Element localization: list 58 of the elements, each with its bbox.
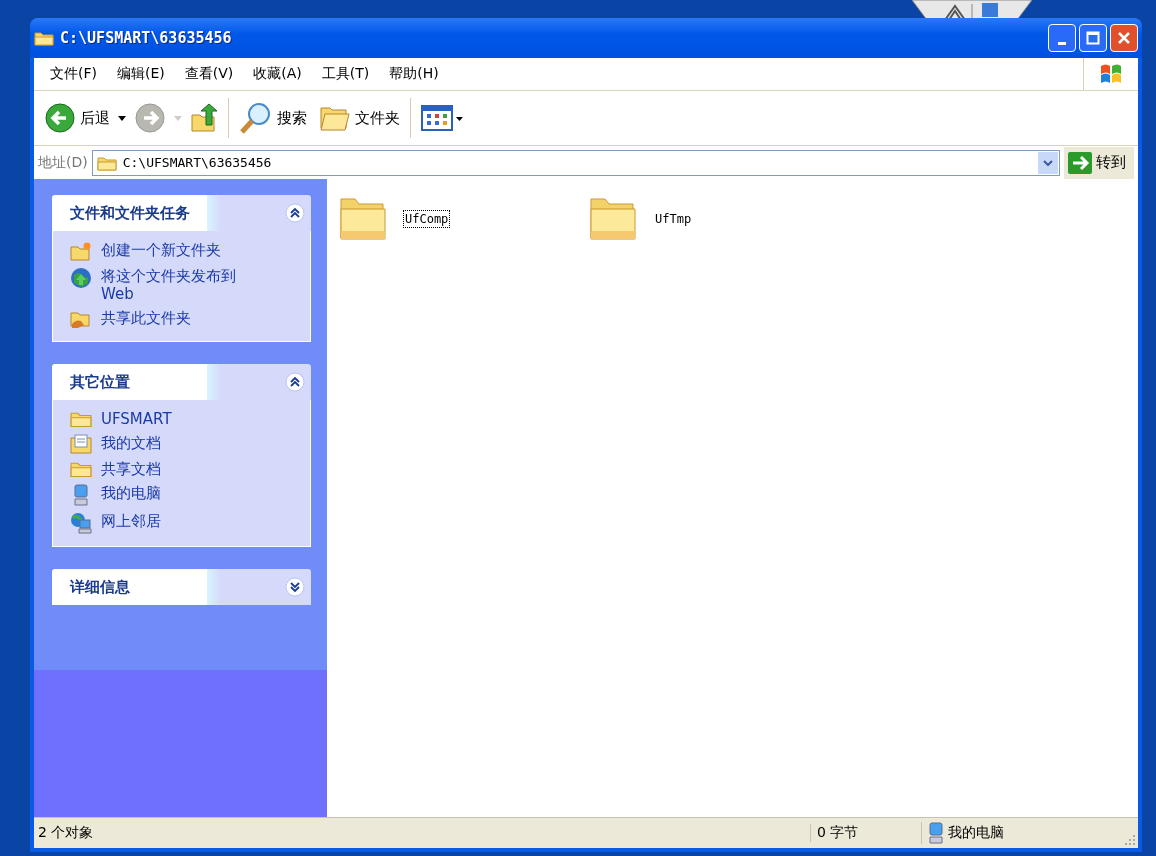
flag-logo	[1098, 62, 1124, 86]
go-button[interactable]: 转到	[1064, 146, 1134, 179]
task-link[interactable]: 我的电脑	[101, 484, 261, 502]
menu-item[interactable]: 编辑(E)	[107, 65, 175, 83]
globe-icon	[70, 267, 92, 289]
menu-item[interactable]: 收藏(A)	[243, 65, 312, 83]
dropdown-arrow-icon[interactable]	[118, 115, 126, 121]
close-button[interactable]	[1110, 24, 1138, 52]
dropdown-button[interactable]	[1038, 151, 1058, 174]
task-link[interactable]: 共享文档	[101, 460, 261, 478]
views-icon	[421, 104, 465, 132]
network-globe-icon	[70, 512, 92, 534]
folder-icon	[96, 154, 117, 171]
task-link[interactable]: 共享此文件夹	[101, 309, 261, 327]
status-text: 2 个对象	[37, 824, 95, 842]
documents-folder-icon	[70, 434, 92, 454]
close-icon	[1117, 31, 1131, 45]
panel-header[interactable]: 文件和文件夹任务	[52, 195, 311, 231]
panel-header[interactable]: 其它位置	[52, 364, 311, 400]
maximize-icon	[1086, 31, 1100, 45]
menu-item[interactable]: 查看(V)	[174, 65, 244, 83]
search-icon	[239, 101, 273, 135]
up-folder-icon	[190, 103, 218, 133]
new-folder-icon	[70, 241, 92, 261]
address-label: 地址(D)	[38, 153, 88, 172]
task-link[interactable]: 我的文档	[101, 434, 261, 452]
resize-grip-icon[interactable]	[1124, 834, 1136, 846]
chevron-down-icon	[1043, 159, 1053, 166]
task-link[interactable]: UFSMART	[101, 410, 261, 428]
collapse-chevron-icon[interactable]	[285, 203, 305, 223]
task-link[interactable]: 创建一个新文件夹	[101, 241, 261, 259]
menu-item[interactable]: 工具(T)	[311, 65, 380, 83]
menu-item[interactable]: 帮助(H)	[379, 65, 449, 83]
folders-icon	[319, 104, 351, 132]
computer-icon	[928, 822, 944, 844]
file-name[interactable]: UfComp	[403, 210, 451, 228]
expand-chevron-icon[interactable]	[285, 577, 305, 597]
minimize-icon	[1058, 41, 1066, 45]
status-text: 0 字节	[810, 824, 921, 842]
shared-folder-icon	[70, 309, 92, 329]
task-link[interactable]: 网上邻居	[101, 512, 261, 530]
task-link[interactable]: 将这个文件夹发布到 Web	[101, 267, 261, 303]
file-name[interactable]: UfTmp	[653, 210, 694, 228]
back-button[interactable]: 后退	[40, 100, 114, 136]
address-field[interactable]: C:\UFSMART\63635456	[91, 149, 1060, 176]
folders-button[interactable]: 文件夹	[315, 102, 404, 134]
menu-item[interactable]: 文件(F)	[40, 65, 107, 83]
title-folder-icon	[34, 30, 54, 46]
window-title: C:\UFSMART\63635456	[60, 29, 232, 47]
collapse-chevron-icon[interactable]	[285, 372, 305, 392]
status-text: 我的电脑	[948, 824, 1004, 842]
maximize-button[interactable]	[1079, 24, 1107, 52]
folder-icon	[70, 410, 92, 428]
minimize-button[interactable]	[1048, 24, 1076, 52]
computer-icon	[73, 484, 89, 506]
search-button[interactable]: 搜索	[235, 99, 311, 137]
folder-icon	[70, 460, 92, 478]
panel-header[interactable]: 详细信息	[52, 569, 311, 605]
